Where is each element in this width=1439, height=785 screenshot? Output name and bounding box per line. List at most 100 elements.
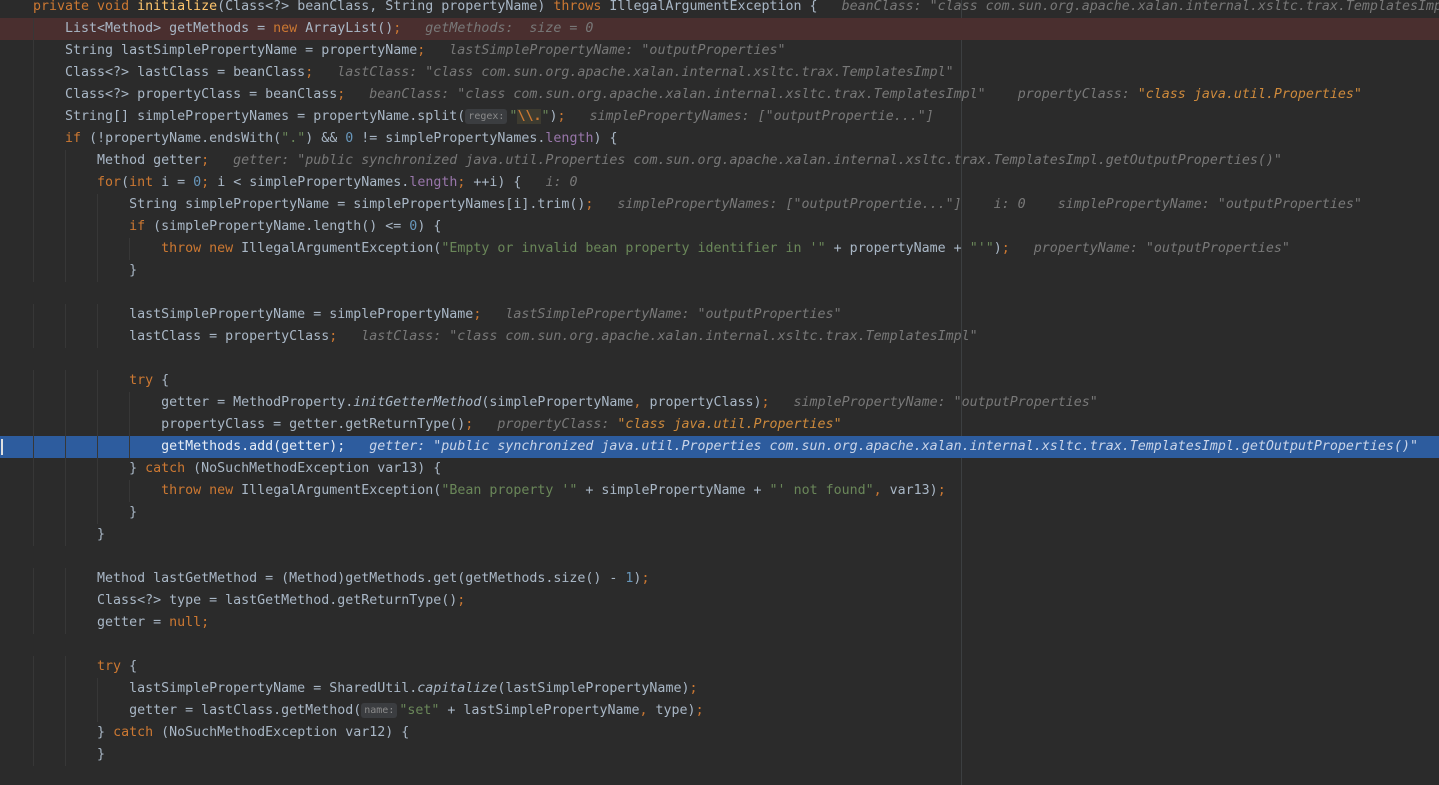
- code-line[interactable]: }: [0, 744, 1439, 766]
- code-token: lastClass = propertyClass: [33, 329, 330, 344]
- code-line[interactable]: getter = MethodProperty.initGetterMethod…: [0, 392, 1439, 414]
- code-line[interactable]: [0, 282, 1439, 304]
- code-text: lastClass = propertyClass; lastClass: "c…: [33, 326, 978, 348]
- code-token: ;: [1001, 241, 1010, 256]
- code-line[interactable]: } catch (NoSuchMethodException var12) {: [0, 722, 1439, 744]
- code-editor[interactable]: private void initialize(Class<?> beanCla…: [0, 0, 1439, 785]
- code-token: ) {: [417, 219, 442, 234]
- keyword: catch: [145, 461, 194, 476]
- code-token: String simplePropertyName = simpleProper…: [33, 197, 586, 212]
- code-line[interactable]: }: [0, 502, 1439, 524]
- keyword: if: [129, 219, 154, 234]
- code-line[interactable]: throw new IllegalArgumentException("Bean…: [0, 480, 1439, 502]
- code-line[interactable]: }: [0, 260, 1439, 282]
- code-line[interactable]: Method lastGetMethod = (Method)getMethod…: [0, 568, 1439, 590]
- code-token: lastSimplePropertyName = simplePropertyN…: [33, 307, 474, 322]
- code-line[interactable]: String lastSimplePropertyName = property…: [0, 40, 1439, 62]
- code-text: String lastSimplePropertyName = property…: [33, 40, 786, 62]
- debug-value-hint: beanClass: "class com.sun.org.apache.xal…: [345, 87, 1138, 102]
- code-text: if (!propertyName.endsWith(".") && 0 != …: [33, 128, 618, 150]
- code-token: ;: [689, 681, 698, 696]
- string-literal: "set": [399, 703, 440, 718]
- code-line[interactable]: String[] simplePropertyNames = propertyN…: [0, 106, 1439, 128]
- keyword: new: [209, 241, 242, 256]
- code-line[interactable]: propertyClass = getter.getReturnType(); …: [0, 414, 1439, 436]
- code-token: String[] simplePropertyNames = propertyN…: [33, 109, 466, 124]
- code-line[interactable]: } catch (NoSuchMethodException var13) {: [0, 458, 1439, 480]
- code-text: throw new IllegalArgumentException("Bean…: [33, 480, 946, 502]
- string-literal: "'": [969, 241, 994, 256]
- code-token: List<Method> getMethods =: [33, 21, 274, 36]
- code-line[interactable]: }: [0, 524, 1439, 546]
- code-token: ) &&: [305, 131, 346, 146]
- code-line[interactable]: if (!propertyName.endsWith(".") && 0 != …: [0, 128, 1439, 150]
- code-token: ;: [695, 703, 704, 718]
- code-line[interactable]: lastSimplePropertyName = simplePropertyN…: [0, 304, 1439, 326]
- code-line[interactable]: private void initialize(Class<?> beanCla…: [0, 0, 1439, 18]
- code-line[interactable]: throw new IllegalArgumentException("Empt…: [0, 238, 1439, 260]
- code-token: lastSimplePropertyName = SharedUtil.: [33, 681, 418, 696]
- code-text: getMethods.add(getter); getter: "public …: [33, 436, 1418, 458]
- debug-value-hint: getter: "public synchronized java.util.P…: [209, 153, 1282, 168]
- code-line[interactable]: Class<?> lastClass = beanClass; lastClas…: [0, 62, 1439, 84]
- code-token: ;: [305, 65, 314, 80]
- code-token: ;: [201, 175, 218, 190]
- code-token: Method getter: [33, 153, 202, 168]
- code-token: ;: [937, 483, 946, 498]
- keyword: new: [209, 483, 242, 498]
- code-text: throw new IllegalArgumentException("Empt…: [33, 238, 1290, 260]
- code-token: ;: [761, 395, 770, 410]
- code-line[interactable]: try {: [0, 656, 1439, 678]
- string-literal: "Empty or invalid bean property identifi…: [441, 241, 826, 256]
- code-line[interactable]: for(int i = 0; i < simplePropertyNames.l…: [0, 172, 1439, 194]
- highlighted-line[interactable]: List<Method> getMethods = new ArrayList(…: [0, 18, 1439, 40]
- code-line[interactable]: Class<?> type = lastGetMethod.getReturnT…: [0, 590, 1439, 612]
- debug-value-hint: "class java.util.Properties": [617, 417, 842, 432]
- code-line[interactable]: getter = null;: [0, 612, 1439, 634]
- code-token: + lastSimplePropertyName: [439, 703, 640, 718]
- code-token: 0: [193, 175, 202, 190]
- code-token: (lastSimplePropertyName): [497, 681, 690, 696]
- debug-value-hint: propertyName: "outputProperties": [1009, 241, 1290, 256]
- code-text: }: [33, 502, 137, 524]
- code-line[interactable]: lastClass = propertyClass; lastClass: "c…: [0, 326, 1439, 348]
- code-line[interactable]: try {: [0, 370, 1439, 392]
- code-token: ;: [457, 593, 466, 608]
- keyword: private: [33, 0, 98, 14]
- code-line[interactable]: String simplePropertyName = simpleProper…: [0, 194, 1439, 216]
- code-text: }: [33, 260, 137, 282]
- code-text: }: [33, 524, 105, 546]
- code-text: getter = lastClass.getMethod(name: "set" …: [33, 700, 704, 722]
- code-line[interactable]: Method getter; getter: "public synchroni…: [0, 150, 1439, 172]
- keyword: null: [169, 615, 202, 630]
- code-token: length: [545, 131, 594, 146]
- debug-value-hint: lastSimplePropertyName: "outputPropertie…: [425, 43, 786, 58]
- keyword: throw: [161, 241, 210, 256]
- code-token: + simplePropertyName +: [577, 483, 770, 498]
- code-text: lastSimplePropertyName = simplePropertyN…: [33, 304, 842, 326]
- code-token: }: [33, 527, 106, 542]
- keyword: if: [65, 131, 90, 146]
- keyword: throws: [553, 0, 610, 14]
- code-token: + propertyName +: [825, 241, 970, 256]
- current-execution-line[interactable]: getMethods.add(getter); getter: "public …: [0, 436, 1439, 458]
- code-line[interactable]: [0, 546, 1439, 568]
- code-token: }: [33, 505, 138, 520]
- code-token: length: [409, 175, 458, 190]
- code-token: initialize: [137, 0, 218, 14]
- debug-value-hint: i: 0: [521, 175, 578, 190]
- code-line[interactable]: [0, 348, 1439, 370]
- code-line[interactable]: lastSimplePropertyName = SharedUtil.capi…: [0, 678, 1439, 700]
- code-line[interactable]: Class<?> propertyClass = beanClass; bean…: [0, 84, 1439, 106]
- keyword: try: [97, 659, 130, 674]
- code-token: i < simplePropertyNames.: [217, 175, 410, 190]
- code-text: } catch (NoSuchMethodException var12) {: [33, 722, 409, 744]
- code-line[interactable]: getter = lastClass.getMethod(name: "set" …: [0, 700, 1439, 722]
- code-line[interactable]: [0, 634, 1439, 656]
- code-line[interactable]: if (simplePropertyName.length() <= 0) {: [0, 216, 1439, 238]
- code-text: List<Method> getMethods = new ArrayList(…: [33, 18, 593, 40]
- code-token: ) {: [593, 131, 618, 146]
- code-token: type): [655, 703, 696, 718]
